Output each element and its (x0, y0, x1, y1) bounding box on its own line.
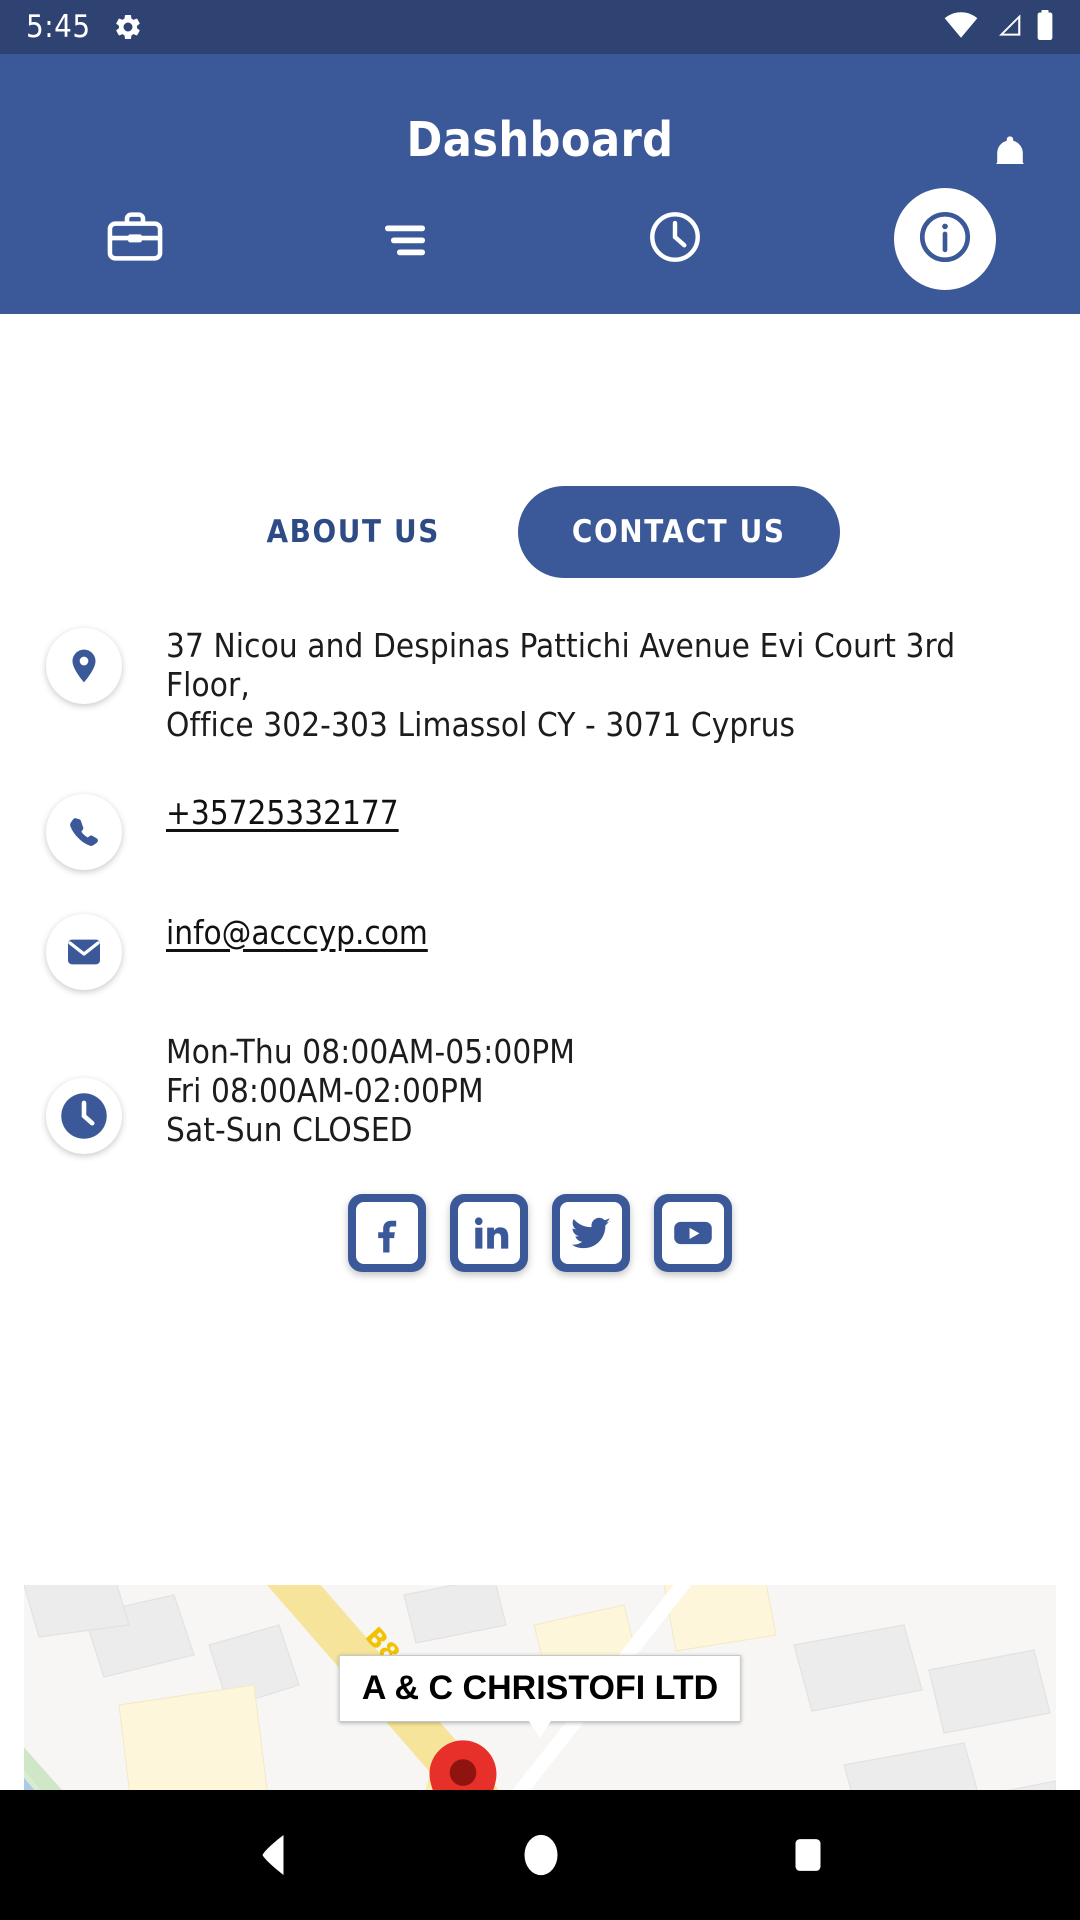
phone-link[interactable]: +35725332177 (166, 792, 399, 835)
back-triangle-icon[interactable] (252, 1832, 294, 1878)
tab-contact-us[interactable]: CONTACT US (517, 486, 840, 578)
battery-icon (1036, 10, 1054, 44)
map-container[interactable]: B8 Δέσποινας και Νίκου Πατίχη Giaoussa G… (24, 1585, 1056, 1790)
nav-item-clock[interactable] (540, 164, 810, 314)
gear-icon (113, 12, 143, 42)
app-bar: Dashboard (0, 54, 1080, 314)
status-bar: 5:45 (0, 0, 1080, 54)
map-place-label: A & C CHRISTOFI LTD (338, 1655, 742, 1738)
content-sheet: ABOUT US CONTACT US 37 Nicou and Despina… (0, 420, 1080, 1790)
linkedin-icon[interactable] (450, 1193, 528, 1272)
twitter-icon[interactable] (552, 1193, 630, 1272)
recents-square-icon[interactable] (788, 1832, 828, 1878)
location-pin-icon (46, 628, 122, 704)
status-bar-icons (944, 10, 1054, 44)
nav-item-info[interactable] (810, 164, 1080, 314)
phone-row[interactable]: +35725332177 (0, 790, 1080, 870)
hours-line-1: Mon-Thu 08:00AM-05:00PM (166, 1031, 576, 1071)
email-row[interactable]: info@acccyp.com (0, 910, 1080, 990)
briefcase-icon (103, 205, 167, 273)
hours-text: Mon-Thu 08:00AM-05:00PM Fri 08:00AM-02:0… (166, 1030, 575, 1150)
nav-item-briefcase[interactable] (0, 164, 270, 314)
map-marker-icon[interactable] (422, 1735, 504, 1790)
cellular-signal-icon (991, 12, 1023, 42)
hours-line-3: Sat-Sun CLOSED (166, 1110, 413, 1150)
home-circle-icon[interactable] (519, 1831, 563, 1879)
hours-line-2: Fri 08:00AM-02:00PM (166, 1071, 484, 1111)
address-line-2: Office 302-303 Limassol CY - 3071 Cyprus (166, 704, 796, 744)
page-title: Dashboard (406, 112, 674, 168)
info-icon (914, 206, 976, 272)
wifi-icon (944, 12, 978, 42)
email-link[interactable]: info@acccyp.com (166, 912, 428, 955)
android-nav-bar (0, 1790, 1080, 1920)
hours-row: Mon-Thu 08:00AM-05:00PM Fri 08:00AM-02:0… (0, 1030, 1080, 1154)
nav-item-list[interactable] (270, 164, 540, 314)
address-row: 37 Nicou and Despinas Pattichi Avenue Ev… (0, 624, 1080, 744)
list-lines-icon (375, 207, 435, 271)
youtube-icon[interactable] (654, 1193, 732, 1272)
address-text: 37 Nicou and Despinas Pattichi Avenue Ev… (166, 624, 1034, 744)
clock-icon (644, 206, 706, 272)
social-links (0, 1193, 1080, 1272)
facebook-icon[interactable] (348, 1193, 426, 1272)
icon-nav-row (0, 164, 1080, 314)
email-text: info@acccyp.com (166, 910, 428, 955)
address-line-1: 37 Nicou and Despinas Pattichi Avenue Ev… (166, 626, 956, 705)
phone-text: +35725332177 (166, 790, 399, 835)
envelope-icon (46, 913, 122, 990)
clock-icon (46, 1077, 122, 1154)
phone-icon (46, 793, 122, 870)
tab-about-us[interactable]: ABOUT US (240, 504, 465, 560)
status-bar-time: 5:45 (26, 9, 91, 45)
contact-details: 37 Nicou and Despinas Pattichi Avenue Ev… (0, 578, 1080, 1154)
phone-screen: 5:45 Dashboard ABOUT US CONTACT US 37 Ni… (0, 0, 1080, 1920)
tab-bar: ABOUT US CONTACT US (0, 420, 1080, 578)
